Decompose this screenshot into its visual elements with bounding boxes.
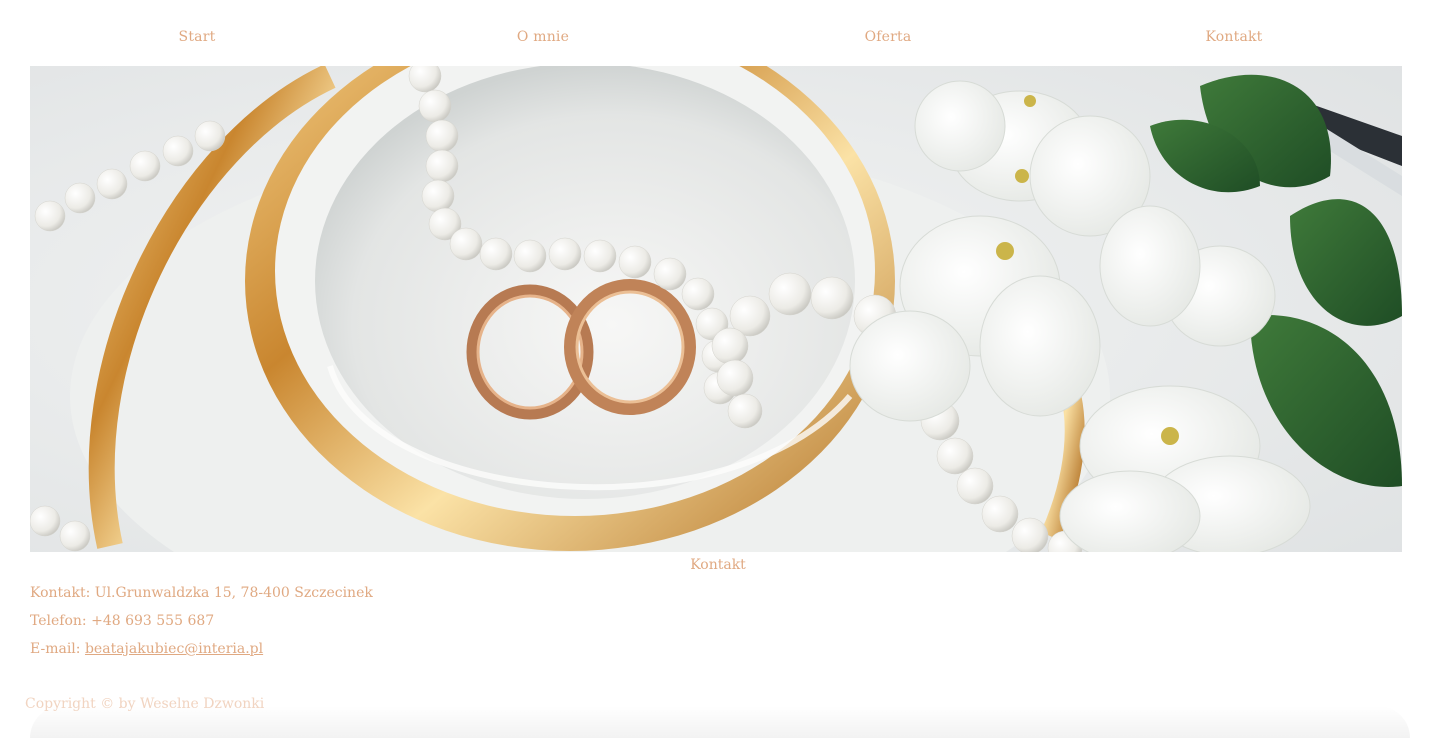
email-label: E-mail: bbox=[30, 641, 81, 657]
main-navigation: Start O mnie Oferta Kontakt bbox=[0, 0, 1436, 66]
hero-image bbox=[30, 66, 1402, 552]
address-value: Ul.Grunwaldzka 15, 78-400 Szczecinek bbox=[94, 585, 373, 601]
address-label: Kontakt: bbox=[30, 585, 91, 601]
contact-email-line: E-mail: beatajakubiec@interia.pl bbox=[30, 641, 263, 657]
nav-link-kontakt[interactable]: Kontakt bbox=[1134, 29, 1334, 45]
phone-value: +48 693 555 687 bbox=[91, 613, 215, 629]
email-link[interactable]: beatajakubiec@interia.pl bbox=[85, 641, 263, 657]
contact-address-line: Kontakt: Ul.Grunwaldzka 15, 78-400 Szcze… bbox=[30, 585, 373, 601]
phone-label: Telefon: bbox=[30, 613, 87, 629]
contact-phone-line: Telefon: +48 693 555 687 bbox=[30, 613, 214, 629]
footer-shadow bbox=[30, 706, 1410, 738]
contact-section-title: Kontakt bbox=[690, 557, 746, 573]
nav-link-oferta[interactable]: Oferta bbox=[788, 29, 988, 45]
nav-link-o-mnie[interactable]: O mnie bbox=[443, 29, 643, 45]
nav-link-start[interactable]: Start bbox=[97, 29, 297, 45]
